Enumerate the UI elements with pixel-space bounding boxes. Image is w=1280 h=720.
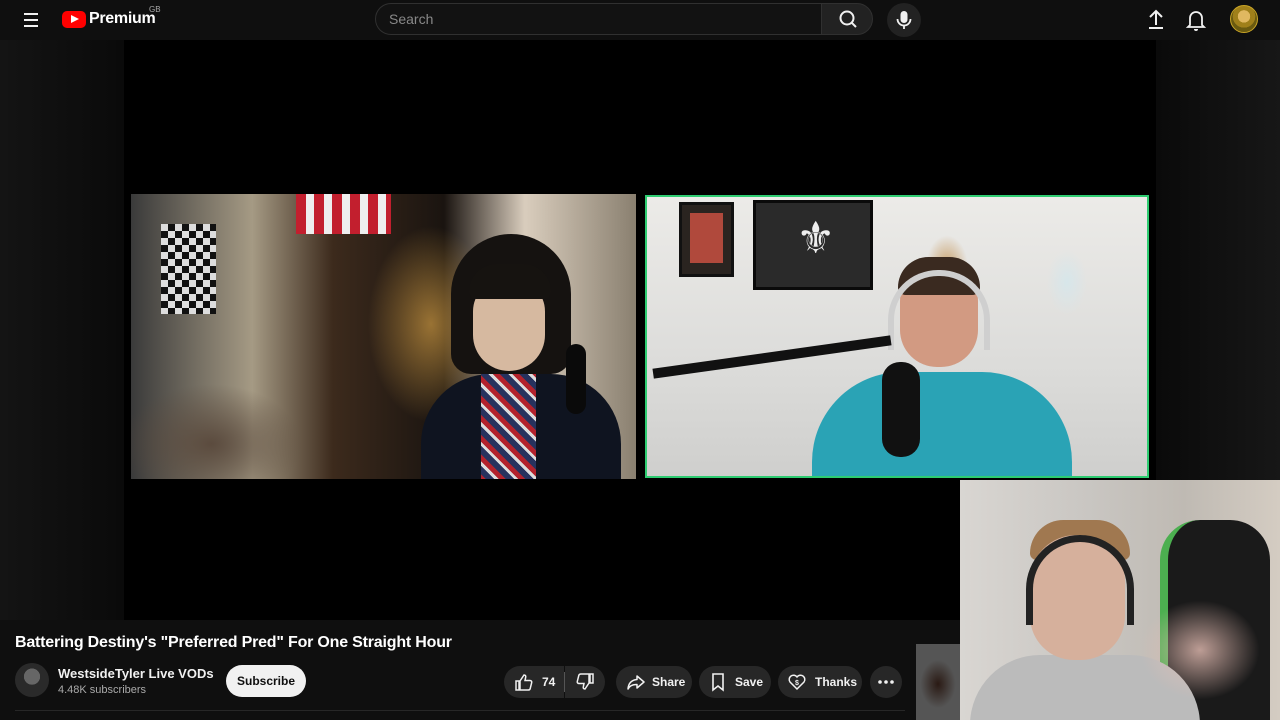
more-horizontal-icon: [878, 680, 894, 684]
player-side-left: [0, 40, 124, 620]
country-code: GB: [149, 5, 161, 14]
svg-text:$: $: [795, 680, 799, 687]
youtube-play-icon: [62, 10, 86, 28]
search-icon: [839, 10, 857, 28]
like-count: 74: [542, 675, 556, 689]
electric-guitar: [1032, 202, 1102, 332]
subscribe-button[interactable]: Subscribe: [226, 665, 306, 697]
player-side-right: [1156, 40, 1280, 480]
share-icon: [627, 675, 645, 690]
reactor-facecam: [960, 480, 1280, 720]
upload-icon: [1149, 9, 1163, 29]
bookmark-icon: [712, 673, 724, 692]
save-label: Save: [735, 675, 764, 689]
video-left-webcam: [131, 194, 636, 479]
search-button[interactable]: [821, 3, 873, 35]
thanks-button[interactable]: $ Thanks: [778, 666, 862, 698]
checkered-chair: [161, 224, 216, 314]
streamer-left: [421, 234, 621, 479]
description-divider: [15, 710, 905, 711]
channel-avatar[interactable]: [15, 663, 49, 697]
video-title: Battering Destiny's "Preferred Pred" For…: [15, 634, 452, 651]
upload-button[interactable]: [1142, 6, 1170, 34]
streamer-right: [652, 252, 1072, 476]
dislike-button[interactable]: [565, 666, 605, 698]
menu-icon[interactable]: [18, 8, 46, 32]
save-button[interactable]: Save: [699, 666, 771, 698]
voice-search-button[interactable]: [887, 3, 921, 37]
thumbs-down-icon: [576, 673, 594, 690]
share-label: Share: [652, 675, 686, 689]
microphone-icon: [896, 11, 912, 29]
more-actions-button[interactable]: [870, 666, 902, 698]
super-thanks-icon: $: [788, 674, 806, 691]
wall-poster: [679, 202, 734, 277]
recommended-video-thumbnail[interactable]: [916, 644, 960, 720]
thumbs-up-icon: [515, 674, 533, 691]
share-button[interactable]: Share: [616, 666, 692, 698]
logo-text: Premium: [89, 10, 156, 27]
youtube-premium-logo[interactable]: Premium GB: [62, 5, 161, 30]
flag-decor: [296, 194, 391, 234]
top-bar: Premium GB: [0, 0, 1280, 40]
bell-icon: [1185, 11, 1207, 31]
like-button[interactable]: 74: [504, 666, 564, 698]
thanks-label: Thanks: [815, 675, 858, 689]
notifications-button[interactable]: [1182, 6, 1210, 34]
account-avatar[interactable]: [1230, 5, 1258, 33]
search-box: [375, 3, 822, 35]
video-right-webcam: [645, 195, 1149, 478]
channel-name[interactable]: WestsideTyler Live VODs: [58, 666, 214, 681]
subscriber-count: 4.48K subscribers: [58, 684, 147, 696]
search-input[interactable]: [376, 4, 821, 34]
